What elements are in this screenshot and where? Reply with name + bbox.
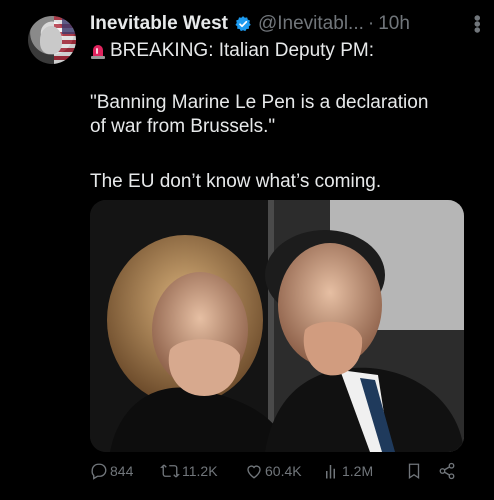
author-avatar[interactable] [28,16,76,64]
breaking-text: BREAKING: Italian Deputy PM: [110,40,374,61]
views-count: 1.2M [342,463,374,479]
repost-count: 11.2K [182,463,218,479]
reply-button[interactable]: 844 [90,462,133,480]
quote-line-2: of war from Brussels." [90,116,276,137]
reply-icon [91,463,107,480]
author-name[interactable]: Inevitable West [90,13,228,35]
avatar-bust [40,26,62,54]
repost-icon [160,464,180,478]
views-button[interactable]: 1.2M [324,462,373,480]
share-icon [439,462,455,480]
repost-button[interactable]: 11.2K [160,462,218,480]
avatar-flag-canton [62,16,76,34]
verified-badge-icon [234,15,252,33]
breaking-line: BREAKING: Italian Deputy PM: [90,40,374,62]
share-button[interactable] [438,462,458,480]
post-photo[interactable] [90,200,464,452]
heart-icon [247,465,261,479]
quote-line-1: "Banning Marine Le Pen is a declaration [90,92,429,113]
photo-illustration [90,200,464,452]
author-handle[interactable]: @Inevitabl... [258,13,364,35]
closing-line: The EU don’t know what’s coming. [90,171,382,192]
like-count: 60.4K [265,463,302,479]
header-separator: · [367,13,375,34]
post-time[interactable]: 10h [378,13,410,35]
bookmark-icon [408,463,420,480]
siren-emoji-icon [90,42,106,60]
bar-chart-icon [326,465,335,479]
more-options-icon[interactable]: ••• [465,14,488,34]
like-button[interactable]: 60.4K [245,462,302,480]
post-header: Inevitable West @Inevitabl... · 10h [90,12,490,36]
reply-count: 844 [110,463,134,479]
bookmark-button[interactable] [406,462,424,480]
post-actions: 844 11.2K 60.4K 1.2M [90,461,464,481]
